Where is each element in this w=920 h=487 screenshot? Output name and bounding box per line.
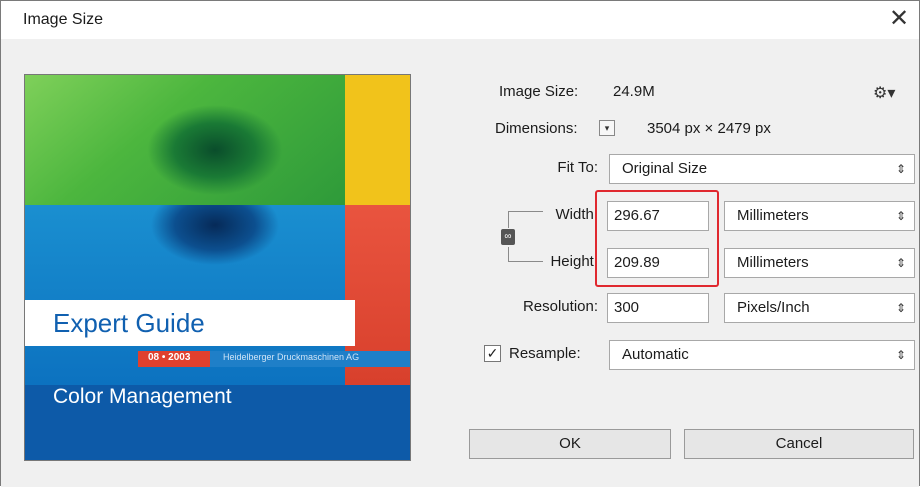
select-arrows-icon: ⇕ — [895, 209, 906, 223]
select-arrows-icon: ⇕ — [895, 348, 906, 362]
resample-checkbox[interactable]: ✓ — [484, 345, 501, 362]
width-unit-select[interactable]: Millimeters ⇕ — [724, 201, 915, 231]
resolution-unit-value: Pixels/Inch — [737, 299, 810, 316]
select-arrows-icon: ⇕ — [895, 301, 906, 315]
dimensions-unit-dropdown-icon[interactable]: ▾ — [599, 120, 615, 136]
image-size-dialog: Image Size ✕ Expert Guide 08 • 2003 Heid… — [0, 0, 920, 487]
gear-icon[interactable]: ⚙▾ — [873, 83, 895, 103]
height-label: Height: — [550, 253, 598, 270]
resolution-label: Resolution: — [522, 298, 598, 315]
fit-to-label: Fit To: — [557, 159, 598, 176]
resolution-input[interactable]: 300 — [607, 293, 709, 323]
image-size-value: 24.9M — [613, 83, 655, 100]
image-preview[interactable]: Expert Guide 08 • 2003 Heidelberger Druc… — [24, 74, 411, 461]
width-label: Width: — [555, 206, 598, 223]
title-bar: Image Size ✕ — [1, 1, 919, 39]
dialog-title: Image Size — [23, 11, 104, 28]
preview-green-block — [25, 75, 345, 205]
resample-select[interactable]: Automatic ⇕ — [609, 340, 915, 370]
height-unit-select[interactable]: Millimeters ⇕ — [724, 248, 915, 278]
height-unit-value: Millimeters — [737, 254, 809, 271]
cancel-button[interactable]: Cancel — [684, 429, 914, 459]
chain-link-icon[interactable]: ∞ — [501, 229, 515, 245]
image-size-label: Image Size: — [499, 83, 579, 100]
select-arrows-icon: ⇕ — [895, 256, 906, 270]
preview-cover-publisher: Heidelberger Druckmaschinen AG — [223, 352, 360, 362]
resolution-unit-select[interactable]: Pixels/Inch ⇕ — [724, 293, 915, 323]
fit-to-value: Original Size — [622, 160, 708, 177]
resample-value: Automatic — [622, 346, 689, 363]
preview-yellow-block — [345, 75, 410, 205]
ok-button[interactable]: OK — [469, 429, 671, 459]
width-unit-value: Millimeters — [737, 207, 809, 224]
close-icon[interactable]: ✕ — [885, 5, 913, 33]
resample-label: Resample: — [509, 345, 581, 362]
fit-to-select[interactable]: Original Size ⇕ — [609, 154, 915, 184]
value-highlight-box — [595, 190, 719, 287]
dialog-content: Expert Guide 08 • 2003 Heidelberger Druc… — [1, 39, 919, 487]
dimensions-label: Dimensions: — [495, 120, 578, 137]
dimensions-value: 3504 px × 2479 px — [647, 120, 771, 137]
preview-cover-date: 08 • 2003 — [148, 352, 191, 363]
preview-cover-title: Expert Guide — [53, 308, 205, 338]
preview-cover-subtitle: Color Management — [53, 385, 232, 408]
select-arrows-icon: ⇕ — [895, 162, 906, 176]
